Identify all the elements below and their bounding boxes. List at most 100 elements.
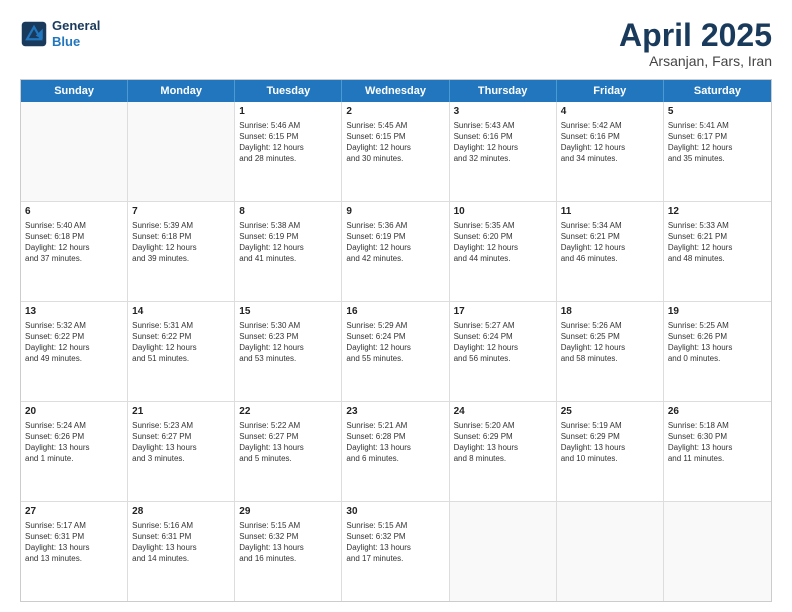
cell-info: Sunrise: 5:15 AM Sunset: 6:32 PM Dayligh… <box>239 520 337 565</box>
day-number: 1 <box>239 105 337 119</box>
day-number: 22 <box>239 405 337 419</box>
cell-info: Sunrise: 5:33 AM Sunset: 6:21 PM Dayligh… <box>668 220 767 265</box>
title-block: April 2025 Arsanjan, Fars, Iran <box>619 18 772 69</box>
cell-info: Sunrise: 5:31 AM Sunset: 6:22 PM Dayligh… <box>132 320 230 365</box>
logo: General Blue <box>20 18 100 49</box>
calendar-cell: 16Sunrise: 5:29 AM Sunset: 6:24 PM Dayli… <box>342 302 449 401</box>
calendar-cell: 29Sunrise: 5:15 AM Sunset: 6:32 PM Dayli… <box>235 502 342 601</box>
day-number: 5 <box>668 105 767 119</box>
calendar-header: SundayMondayTuesdayWednesdayThursdayFrid… <box>21 80 771 102</box>
calendar-header-cell: Wednesday <box>342 80 449 102</box>
calendar-cell: 28Sunrise: 5:16 AM Sunset: 6:31 PM Dayli… <box>128 502 235 601</box>
calendar-row: 6Sunrise: 5:40 AM Sunset: 6:18 PM Daylig… <box>21 202 771 302</box>
calendar-cell: 8Sunrise: 5:38 AM Sunset: 6:19 PM Daylig… <box>235 202 342 301</box>
day-number: 29 <box>239 505 337 519</box>
calendar-cell: 30Sunrise: 5:15 AM Sunset: 6:32 PM Dayli… <box>342 502 449 601</box>
day-number: 21 <box>132 405 230 419</box>
cell-info: Sunrise: 5:29 AM Sunset: 6:24 PM Dayligh… <box>346 320 444 365</box>
day-number: 3 <box>454 105 552 119</box>
cell-info: Sunrise: 5:23 AM Sunset: 6:27 PM Dayligh… <box>132 420 230 465</box>
cell-info: Sunrise: 5:16 AM Sunset: 6:31 PM Dayligh… <box>132 520 230 565</box>
calendar-row: 20Sunrise: 5:24 AM Sunset: 6:26 PM Dayli… <box>21 402 771 502</box>
day-number: 27 <box>25 505 123 519</box>
calendar-cell: 26Sunrise: 5:18 AM Sunset: 6:30 PM Dayli… <box>664 402 771 501</box>
cell-info: Sunrise: 5:36 AM Sunset: 6:19 PM Dayligh… <box>346 220 444 265</box>
calendar-cell: 18Sunrise: 5:26 AM Sunset: 6:25 PM Dayli… <box>557 302 664 401</box>
calendar-row: 27Sunrise: 5:17 AM Sunset: 6:31 PM Dayli… <box>21 502 771 601</box>
calendar-cell <box>128 102 235 201</box>
cell-info: Sunrise: 5:20 AM Sunset: 6:29 PM Dayligh… <box>454 420 552 465</box>
cell-info: Sunrise: 5:21 AM Sunset: 6:28 PM Dayligh… <box>346 420 444 465</box>
cell-info: Sunrise: 5:38 AM Sunset: 6:19 PM Dayligh… <box>239 220 337 265</box>
cell-info: Sunrise: 5:26 AM Sunset: 6:25 PM Dayligh… <box>561 320 659 365</box>
logo-icon <box>20 20 48 48</box>
day-number: 14 <box>132 305 230 319</box>
logo-line1: General <box>52 18 100 34</box>
day-number: 24 <box>454 405 552 419</box>
calendar-cell: 19Sunrise: 5:25 AM Sunset: 6:26 PM Dayli… <box>664 302 771 401</box>
cell-info: Sunrise: 5:30 AM Sunset: 6:23 PM Dayligh… <box>239 320 337 365</box>
day-number: 11 <box>561 205 659 219</box>
calendar-cell: 14Sunrise: 5:31 AM Sunset: 6:22 PM Dayli… <box>128 302 235 401</box>
cell-info: Sunrise: 5:43 AM Sunset: 6:16 PM Dayligh… <box>454 120 552 165</box>
day-number: 2 <box>346 105 444 119</box>
calendar-body: 1Sunrise: 5:46 AM Sunset: 6:15 PM Daylig… <box>21 102 771 601</box>
calendar-cell: 4Sunrise: 5:42 AM Sunset: 6:16 PM Daylig… <box>557 102 664 201</box>
header: General Blue April 2025 Arsanjan, Fars, … <box>20 18 772 69</box>
day-number: 6 <box>25 205 123 219</box>
calendar-cell: 3Sunrise: 5:43 AM Sunset: 6:16 PM Daylig… <box>450 102 557 201</box>
page: General Blue April 2025 Arsanjan, Fars, … <box>0 0 792 612</box>
calendar-cell: 13Sunrise: 5:32 AM Sunset: 6:22 PM Dayli… <box>21 302 128 401</box>
calendar-cell: 6Sunrise: 5:40 AM Sunset: 6:18 PM Daylig… <box>21 202 128 301</box>
main-title: April 2025 <box>619 18 772 53</box>
cell-info: Sunrise: 5:19 AM Sunset: 6:29 PM Dayligh… <box>561 420 659 465</box>
day-number: 20 <box>25 405 123 419</box>
calendar-cell: 9Sunrise: 5:36 AM Sunset: 6:19 PM Daylig… <box>342 202 449 301</box>
day-number: 18 <box>561 305 659 319</box>
calendar-cell: 25Sunrise: 5:19 AM Sunset: 6:29 PM Dayli… <box>557 402 664 501</box>
day-number: 28 <box>132 505 230 519</box>
cell-info: Sunrise: 5:15 AM Sunset: 6:32 PM Dayligh… <box>346 520 444 565</box>
calendar-header-cell: Monday <box>128 80 235 102</box>
calendar-cell <box>21 102 128 201</box>
calendar-cell: 20Sunrise: 5:24 AM Sunset: 6:26 PM Dayli… <box>21 402 128 501</box>
cell-info: Sunrise: 5:42 AM Sunset: 6:16 PM Dayligh… <box>561 120 659 165</box>
calendar-cell: 2Sunrise: 5:45 AM Sunset: 6:15 PM Daylig… <box>342 102 449 201</box>
day-number: 30 <box>346 505 444 519</box>
day-number: 8 <box>239 205 337 219</box>
calendar-cell: 5Sunrise: 5:41 AM Sunset: 6:17 PM Daylig… <box>664 102 771 201</box>
calendar-row: 1Sunrise: 5:46 AM Sunset: 6:15 PM Daylig… <box>21 102 771 202</box>
calendar-cell: 27Sunrise: 5:17 AM Sunset: 6:31 PM Dayli… <box>21 502 128 601</box>
subtitle: Arsanjan, Fars, Iran <box>619 53 772 69</box>
cell-info: Sunrise: 5:40 AM Sunset: 6:18 PM Dayligh… <box>25 220 123 265</box>
day-number: 19 <box>668 305 767 319</box>
cell-info: Sunrise: 5:35 AM Sunset: 6:20 PM Dayligh… <box>454 220 552 265</box>
day-number: 26 <box>668 405 767 419</box>
day-number: 9 <box>346 205 444 219</box>
calendar: SundayMondayTuesdayWednesdayThursdayFrid… <box>20 79 772 602</box>
cell-info: Sunrise: 5:45 AM Sunset: 6:15 PM Dayligh… <box>346 120 444 165</box>
calendar-cell <box>664 502 771 601</box>
calendar-cell: 11Sunrise: 5:34 AM Sunset: 6:21 PM Dayli… <box>557 202 664 301</box>
day-number: 16 <box>346 305 444 319</box>
calendar-row: 13Sunrise: 5:32 AM Sunset: 6:22 PM Dayli… <box>21 302 771 402</box>
calendar-cell: 24Sunrise: 5:20 AM Sunset: 6:29 PM Dayli… <box>450 402 557 501</box>
day-number: 25 <box>561 405 659 419</box>
cell-info: Sunrise: 5:25 AM Sunset: 6:26 PM Dayligh… <box>668 320 767 365</box>
calendar-cell: 7Sunrise: 5:39 AM Sunset: 6:18 PM Daylig… <box>128 202 235 301</box>
calendar-cell: 17Sunrise: 5:27 AM Sunset: 6:24 PM Dayli… <box>450 302 557 401</box>
cell-info: Sunrise: 5:41 AM Sunset: 6:17 PM Dayligh… <box>668 120 767 165</box>
calendar-cell: 1Sunrise: 5:46 AM Sunset: 6:15 PM Daylig… <box>235 102 342 201</box>
logo-line2: Blue <box>52 34 100 50</box>
day-number: 13 <box>25 305 123 319</box>
calendar-cell <box>557 502 664 601</box>
day-number: 23 <box>346 405 444 419</box>
day-number: 17 <box>454 305 552 319</box>
calendar-cell: 23Sunrise: 5:21 AM Sunset: 6:28 PM Dayli… <box>342 402 449 501</box>
day-number: 10 <box>454 205 552 219</box>
cell-info: Sunrise: 5:34 AM Sunset: 6:21 PM Dayligh… <box>561 220 659 265</box>
calendar-cell: 21Sunrise: 5:23 AM Sunset: 6:27 PM Dayli… <box>128 402 235 501</box>
cell-info: Sunrise: 5:22 AM Sunset: 6:27 PM Dayligh… <box>239 420 337 465</box>
cell-info: Sunrise: 5:24 AM Sunset: 6:26 PM Dayligh… <box>25 420 123 465</box>
calendar-cell <box>450 502 557 601</box>
